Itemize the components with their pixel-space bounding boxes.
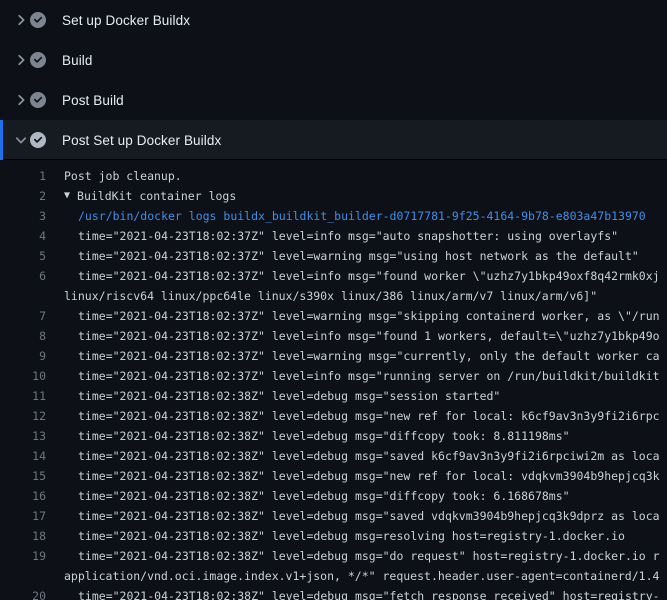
step-row[interactable]: Build — [0, 40, 667, 80]
step-label: Post Build — [62, 93, 124, 108]
log-line-number[interactable]: 4 — [0, 226, 46, 246]
log-line[interactable]: application/vnd.oci.image.index.v1+json,… — [0, 566, 667, 586]
log-line-number[interactable]: 16 — [0, 486, 46, 506]
log-line-number[interactable]: 18 — [0, 526, 46, 546]
log-line[interactable]: 18 time="2021-04-23T18:02:38Z" level=deb… — [0, 526, 667, 546]
log-line-number[interactable]: 6 — [0, 266, 46, 286]
log-line-number[interactable]: 12 — [0, 406, 46, 426]
log-text: time="2021-04-23T18:02:37Z" level=info m… — [78, 366, 660, 386]
log-text: Post job cleanup. — [64, 166, 182, 186]
log-line[interactable]: 12 time="2021-04-23T18:02:38Z" level=deb… — [0, 406, 667, 426]
log-text: time="2021-04-23T18:02:38Z" level=debug … — [78, 486, 570, 506]
log-line[interactable]: 14 time="2021-04-23T18:02:38Z" level=deb… — [0, 446, 667, 466]
log-line[interactable]: 17 time="2021-04-23T18:02:38Z" level=deb… — [0, 506, 667, 526]
check-circle-icon — [30, 132, 46, 148]
log-line[interactable]: 10 time="2021-04-23T18:02:37Z" level=inf… — [0, 366, 667, 386]
log-line-number[interactable]: 17 — [0, 506, 46, 526]
log-line-number[interactable]: 9 — [0, 346, 46, 366]
log-text: time="2021-04-23T18:02:38Z" level=debug … — [78, 446, 660, 466]
log-line[interactable]: 6 time="2021-04-23T18:02:37Z" level=info… — [0, 266, 667, 286]
log-line[interactable]: 16 time="2021-04-23T18:02:38Z" level=deb… — [0, 486, 667, 506]
log-line-number[interactable]: 3 — [0, 206, 46, 226]
log-text: time="2021-04-23T18:02:37Z" level=info m… — [78, 266, 660, 286]
step-row[interactable]: Post Set up Docker Buildx — [0, 120, 667, 160]
log-line[interactable]: linux/riscv64 linux/ppc64le linux/s390x … — [0, 286, 667, 306]
log-text: time="2021-04-23T18:02:37Z" level=warnin… — [78, 346, 660, 366]
log-line-number[interactable]: 11 — [0, 386, 46, 406]
log-line-number[interactable]: 2 — [0, 186, 46, 206]
check-circle-icon — [30, 92, 46, 108]
log-line[interactable]: 4 time="2021-04-23T18:02:37Z" level=info… — [0, 226, 667, 246]
chevron-down-icon — [13, 132, 29, 148]
log-line[interactable]: 1 Post job cleanup. — [0, 166, 667, 186]
log-text: time="2021-04-23T18:02:38Z" level=debug … — [78, 466, 660, 486]
steps-list: Set up Docker Buildx Build Post Build — [0, 0, 667, 160]
log-line[interactable]: 8 time="2021-04-23T18:02:37Z" level=info… — [0, 326, 667, 346]
check-circle-icon — [30, 12, 46, 28]
job-steps-log: Set up Docker Buildx Build Post Build — [0, 0, 667, 600]
log-line[interactable]: 13 time="2021-04-23T18:02:38Z" level=deb… — [0, 426, 667, 446]
step-row[interactable]: Post Build — [0, 80, 667, 120]
log-lines-container: 1 Post job cleanup. 2 ▼ BuildKit containe… — [0, 160, 667, 600]
log-text: time="2021-04-23T18:02:37Z" level=info m… — [78, 326, 660, 346]
log-text: time="2021-04-23T18:02:38Z" level=debug … — [78, 546, 660, 566]
log-line-number[interactable]: 20 — [0, 586, 46, 600]
log-text: BuildKit container logs — [77, 186, 236, 206]
step-row[interactable]: Set up Docker Buildx — [0, 0, 667, 40]
log-line-number[interactable]: 5 — [0, 246, 46, 266]
log-text: time="2021-04-23T18:02:37Z" level=warnin… — [78, 306, 660, 326]
check-circle-icon — [30, 52, 46, 68]
log-line[interactable]: 15 time="2021-04-23T18:02:38Z" level=deb… — [0, 466, 667, 486]
group-toggle-icon[interactable]: ▼ — [64, 186, 70, 206]
log-text: time="2021-04-23T18:02:38Z" level=debug … — [78, 586, 660, 600]
log-text: /usr/bin/docker logs buildx_buildkit_bui… — [78, 206, 646, 226]
log-line[interactable]: 9 time="2021-04-23T18:02:37Z" level=warn… — [0, 346, 667, 366]
chevron-right-icon — [13, 92, 29, 108]
log-line-number[interactable] — [0, 286, 46, 306]
log-text: time="2021-04-23T18:02:38Z" level=debug … — [78, 526, 625, 546]
log-line-number[interactable] — [0, 566, 46, 586]
step-label: Post Set up Docker Buildx — [62, 133, 221, 148]
log-text: application/vnd.oci.image.index.v1+json,… — [64, 566, 659, 586]
step-label: Build — [62, 53, 93, 68]
chevron-right-icon — [13, 52, 29, 68]
log-line-number[interactable]: 7 — [0, 306, 46, 326]
log-line-number[interactable]: 14 — [0, 446, 46, 466]
log-line[interactable]: 5 time="2021-04-23T18:02:37Z" level=warn… — [0, 246, 667, 266]
log-line[interactable]: 2 ▼ BuildKit container logs — [0, 186, 667, 206]
log-line[interactable]: 20 time="2021-04-23T18:02:38Z" level=deb… — [0, 586, 667, 600]
log-text: time="2021-04-23T18:02:38Z" level=debug … — [78, 386, 500, 406]
log-line-number[interactable]: 15 — [0, 466, 46, 486]
log-line[interactable]: 3 /usr/bin/docker logs buildx_buildkit_b… — [0, 206, 667, 226]
chevron-right-icon — [13, 12, 29, 28]
log-line[interactable]: 11 time="2021-04-23T18:02:38Z" level=deb… — [0, 386, 667, 406]
log-line-number[interactable]: 1 — [0, 166, 46, 186]
log-line[interactable]: 7 time="2021-04-23T18:02:37Z" level=warn… — [0, 306, 667, 326]
log-line[interactable]: 19 time="2021-04-23T18:02:38Z" level=deb… — [0, 546, 667, 566]
step-label: Set up Docker Buildx — [62, 13, 190, 28]
log-line-number[interactable]: 10 — [0, 366, 46, 386]
log-line-number[interactable]: 19 — [0, 546, 46, 566]
log-text: time="2021-04-23T18:02:37Z" level=info m… — [78, 226, 618, 246]
log-text: time="2021-04-23T18:02:38Z" level=debug … — [78, 406, 660, 426]
log-text: time="2021-04-23T18:02:38Z" level=debug … — [78, 426, 570, 446]
log-line-number[interactable]: 8 — [0, 326, 46, 346]
log-line-number[interactable]: 13 — [0, 426, 46, 446]
log-text: time="2021-04-23T18:02:38Z" level=debug … — [78, 506, 660, 526]
log-text: linux/riscv64 linux/ppc64le linux/s390x … — [64, 286, 597, 306]
log-text: time="2021-04-23T18:02:37Z" level=warnin… — [78, 246, 639, 266]
